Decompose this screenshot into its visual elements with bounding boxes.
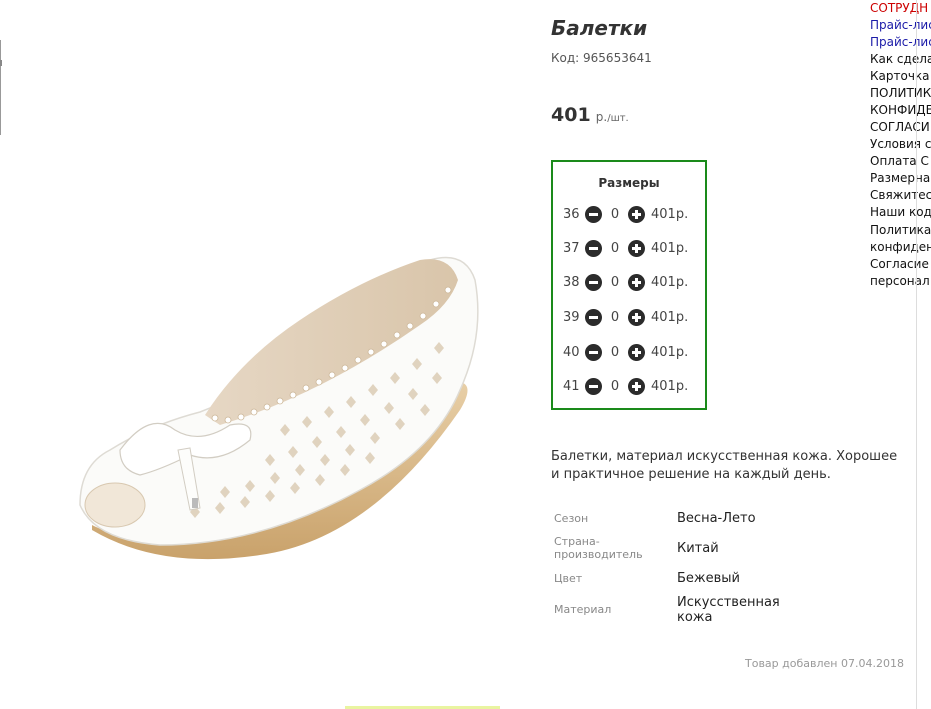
size-quantity: 0 xyxy=(610,309,620,325)
menu-link[interactable]: Карточка xyxy=(870,68,930,85)
plus-circle-icon[interactable] xyxy=(628,273,645,291)
product-code-value: 965653641 xyxy=(583,51,652,65)
size-row-39: 39 0 401р. xyxy=(563,307,688,327)
size-price: 401р. xyxy=(651,344,689,360)
left-edge-mark xyxy=(0,60,2,66)
right-menu: СОТРУДН Прайс-лис Прайс-лис Как сдела Ка… xyxy=(870,0,931,290)
minus-circle-icon[interactable] xyxy=(585,308,602,326)
property-value-material: Искусственная кожа xyxy=(677,595,780,625)
minus-circle-icon[interactable] xyxy=(585,273,602,291)
property-label-color: Цвет xyxy=(554,572,583,585)
menu-link[interactable]: СОГЛАСИ xyxy=(870,119,930,136)
menu-link[interactable]: Оплата С xyxy=(870,153,929,170)
plus-circle-icon[interactable] xyxy=(628,377,645,395)
size-price: 401р. xyxy=(651,378,689,394)
product-title: Балетки xyxy=(551,16,648,40)
price-per-unit: /шт. xyxy=(607,113,629,124)
menu-link[interactable]: Согласие xyxy=(870,256,929,273)
size-quantity: 0 xyxy=(610,274,620,290)
added-label: Товар добавлен xyxy=(745,657,838,670)
menu-link[interactable]: Свяжитес xyxy=(870,187,931,204)
size-row-41: 41 0 401р. xyxy=(563,376,688,396)
size-label: 37 xyxy=(563,240,580,256)
property-label-season: Сезон xyxy=(554,512,589,525)
property-value-season: Весна-Лето xyxy=(677,511,756,526)
sizes-panel: Размеры 36 0 401р. 37 0 401р. 38 0 401р.… xyxy=(551,160,707,410)
menu-link[interactable]: Условия с xyxy=(870,136,931,153)
menu-link[interactable]: конфиден xyxy=(870,239,931,256)
size-quantity: 0 xyxy=(610,378,620,394)
product-code-label: Код: xyxy=(551,51,580,65)
menu-link[interactable]: Политика xyxy=(870,222,931,239)
size-label: 40 xyxy=(563,344,580,360)
menu-link[interactable]: Прайс-лис xyxy=(870,34,931,51)
size-quantity: 0 xyxy=(610,240,620,256)
minus-circle-icon[interactable] xyxy=(585,239,602,257)
menu-link[interactable]: Размерна xyxy=(870,170,930,187)
menu-link[interactable]: персонал xyxy=(870,273,930,290)
product-price: 401 р./шт. xyxy=(551,104,629,126)
menu-link[interactable]: КОНФИДЕ xyxy=(870,102,931,119)
size-row-40: 40 0 401р. xyxy=(563,342,688,362)
sizes-title: Размеры xyxy=(598,176,660,190)
added-date: Товар добавлен 07.04.2018 xyxy=(745,657,904,670)
menu-link[interactable]: Прайс-лис xyxy=(870,17,931,34)
product-code: Код: 965653641 xyxy=(551,51,652,65)
plus-circle-icon[interactable] xyxy=(628,239,645,257)
plus-circle-icon[interactable] xyxy=(628,343,645,361)
minus-circle-icon[interactable] xyxy=(585,377,602,395)
price-value: 401 xyxy=(551,104,591,126)
property-value-country: Китай xyxy=(677,541,719,556)
property-label-country: Страна-производитель xyxy=(554,535,643,561)
minus-circle-icon[interactable] xyxy=(585,205,602,223)
size-row-38: 38 0 401р. xyxy=(563,272,688,292)
property-label-material: Материал xyxy=(554,603,612,616)
menu-link[interactable]: Наши код xyxy=(870,204,931,221)
right-edge-divider xyxy=(916,0,917,709)
size-price: 401р. xyxy=(651,206,689,222)
size-label: 38 xyxy=(563,274,580,290)
size-price: 401р. xyxy=(651,309,689,325)
minus-circle-icon[interactable] xyxy=(585,343,602,361)
product-image xyxy=(79,256,479,560)
added-date-value: 07.04.2018 xyxy=(841,657,904,670)
menu-link[interactable]: ПОЛИТИК xyxy=(870,85,931,102)
plus-circle-icon[interactable] xyxy=(628,308,645,326)
menu-link[interactable]: Как сдела xyxy=(870,51,931,68)
product-description: Балетки, материал искусственная кожа. Хо… xyxy=(551,449,898,482)
size-quantity: 0 xyxy=(610,206,620,222)
size-price: 401р. xyxy=(651,240,689,256)
size-label: 39 xyxy=(563,309,580,325)
property-value-color: Бежевый xyxy=(677,571,741,586)
plus-circle-icon[interactable] xyxy=(628,205,645,223)
size-quantity: 0 xyxy=(610,344,620,360)
left-edge-divider xyxy=(0,40,3,135)
size-row-37: 37 0 401р. xyxy=(563,238,688,258)
size-label: 36 xyxy=(563,206,580,222)
size-row-36: 36 0 401р. xyxy=(563,204,688,224)
size-price: 401р. xyxy=(651,274,689,290)
menu-link[interactable]: СОТРУДН xyxy=(870,0,928,17)
size-label: 41 xyxy=(563,378,580,394)
price-unit: р. xyxy=(595,110,608,124)
